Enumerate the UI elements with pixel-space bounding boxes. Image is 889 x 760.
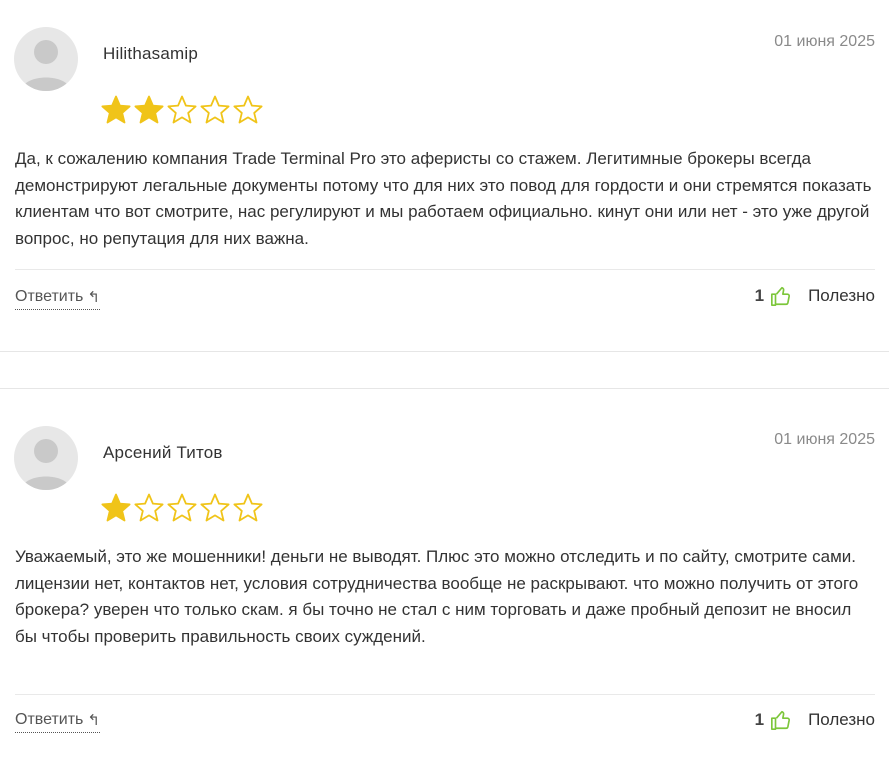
thumbs-up-icon[interactable] [770, 709, 792, 731]
review-divider [15, 269, 875, 270]
review-date: 01 июня 2025 [774, 431, 875, 448]
thumbs-up-icon[interactable] [770, 285, 792, 307]
review-card: Hilithasamip 01 июня 2025 Да, к сожалени… [0, 0, 889, 351]
useful-button[interactable]: Полезно [808, 286, 875, 306]
star-filled-icon [134, 95, 164, 124]
reply-label: Ответить [15, 711, 84, 728]
reply-label: Ответить [15, 288, 84, 305]
review-date: 01 июня 2025 [774, 33, 875, 50]
useful-count: 1 [754, 710, 765, 729]
useful-count: 1 [754, 286, 765, 305]
review-author: Hilithasamip [103, 44, 198, 63]
useful-button[interactable]: Полезно [808, 710, 875, 730]
star-empty-icon [200, 493, 230, 522]
star-empty-icon [233, 95, 263, 124]
reply-button[interactable]: Ответить ↰ [15, 711, 100, 733]
star-filled-icon [101, 95, 131, 124]
rating-stars [100, 94, 264, 126]
reply-arrow-icon: ↰ [87, 289, 100, 306]
star-empty-icon [134, 493, 164, 522]
reviews-separator [0, 351, 889, 389]
review-author: Арсений Титов [103, 443, 223, 462]
useful-widget: 1 Полезно [755, 709, 875, 731]
rating-stars [100, 492, 264, 524]
reply-button[interactable]: Ответить ↰ [15, 288, 100, 310]
star-empty-icon [233, 493, 263, 522]
star-filled-icon [101, 493, 131, 522]
review-text: Да, к сожалению компания Trade Terminal … [15, 149, 872, 248]
user-avatar-icon [14, 27, 78, 91]
useful-widget: 1 Полезно [755, 285, 875, 307]
review-card: Арсений Титов 01 июня 2025 Уважаемый, эт… [0, 389, 889, 760]
star-empty-icon [167, 493, 197, 522]
star-empty-icon [200, 95, 230, 124]
user-avatar-icon [14, 426, 78, 490]
star-empty-icon [167, 95, 197, 124]
review-divider [15, 694, 875, 695]
reply-arrow-icon: ↰ [87, 712, 100, 729]
review-text: Уважаемый, это же мошенники! деньги не в… [15, 547, 859, 646]
